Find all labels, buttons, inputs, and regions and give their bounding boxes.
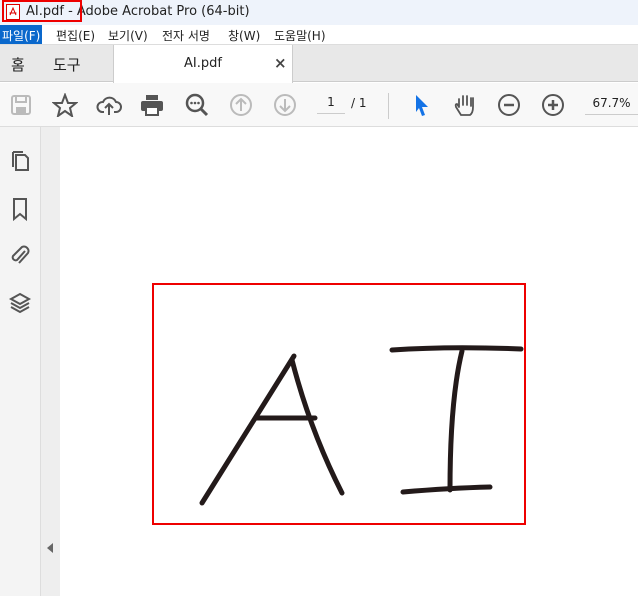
highlight-box-drawing [152, 283, 526, 525]
